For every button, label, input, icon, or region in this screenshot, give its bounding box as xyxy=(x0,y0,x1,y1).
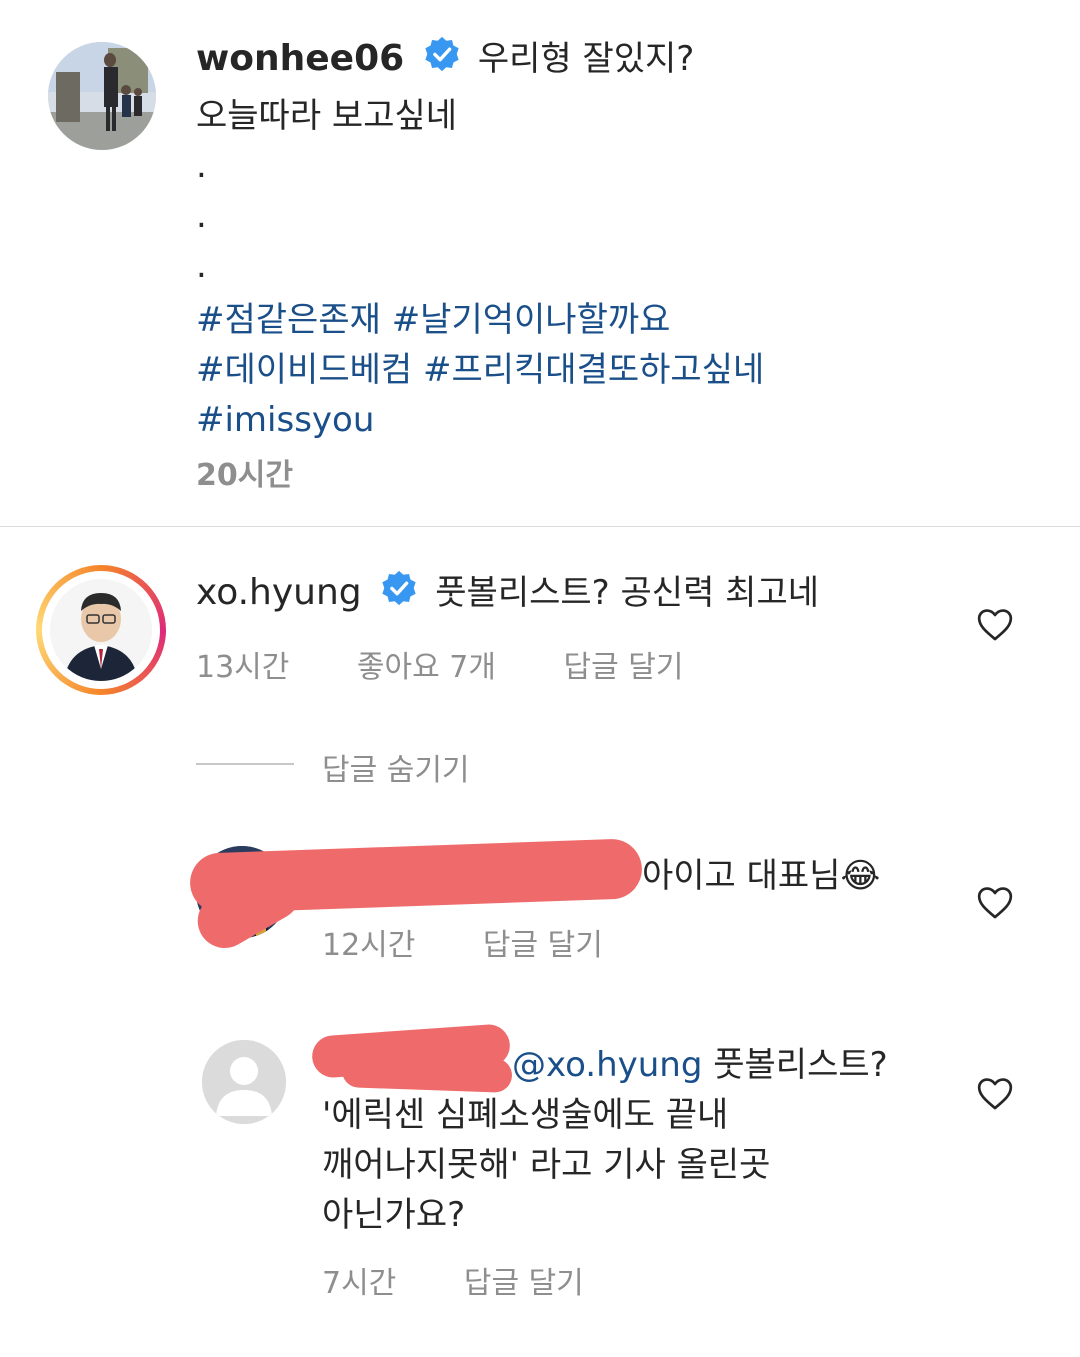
reply2-line1: @xo.hyung 풋볼리스트? xyxy=(322,1040,962,1090)
verified-badge-icon xyxy=(380,569,418,621)
section-divider xyxy=(0,526,1080,527)
heart-icon[interactable] xyxy=(976,606,1014,646)
verified-badge-icon xyxy=(423,35,461,87)
comment-avatar-photo xyxy=(50,579,152,681)
reply2-mention[interactable]: @xo.hyung xyxy=(512,1045,702,1085)
reply2-text-line4: 아닌가요? xyxy=(322,1195,466,1235)
post-timestamp: 20시간 xyxy=(196,458,293,493)
reply1-timestamp: 12시간 xyxy=(322,928,416,963)
caption-dot: . xyxy=(196,195,207,236)
reply2-body: @xo.hyung 풋볼리스트? '에릭센 심폐소생술에도 끝내 깨어나지못해'… xyxy=(322,1040,962,1240)
comment1-text: 풋볼리스트? 공신력 최고네 xyxy=(435,573,820,613)
hide-replies-button[interactable]: 답글 숨기기 xyxy=(322,745,470,789)
heart-icon[interactable] xyxy=(976,884,1014,924)
comment-author-avatar xyxy=(50,579,152,681)
post-caption-text: 우리형 잘있지? xyxy=(477,39,695,79)
post-avatar-photo xyxy=(48,42,156,150)
comment1-username[interactable]: xo.hyung xyxy=(196,572,362,613)
reply2-timestamp: 7시간 xyxy=(322,1266,397,1301)
reply2-avatar[interactable] xyxy=(202,1040,286,1124)
comment1-line: xo.hyung 풋볼리스트? 공신력 최고네 xyxy=(196,568,819,621)
caption-dot: . xyxy=(196,245,207,286)
reply2-meta: 7시간 답글 달기 xyxy=(322,1258,584,1302)
comment1-timestamp: 13시간 xyxy=(196,650,290,685)
post-caption: wonhee06 우리형 잘있지? 오늘따라 보고싶네 . . . #점같은존재… xyxy=(196,34,1036,445)
post-author-username[interactable]: wonhee06 xyxy=(196,38,404,79)
reply1-text: 아이고 대표님😂 xyxy=(642,856,881,896)
reply2-text-line2: '에릭센 심폐소생술에도 끝내 xyxy=(322,1095,729,1135)
default-avatar-icon xyxy=(202,1040,286,1124)
caption-dot: . xyxy=(196,145,207,186)
post-caption-line2: 오늘따라 보고싶네 xyxy=(196,95,458,136)
reply2-text-line1: 풋볼리스트? xyxy=(702,1045,888,1085)
hide-replies-line xyxy=(196,763,294,765)
heart-icon[interactable] xyxy=(976,1075,1014,1115)
reply2-reply-button[interactable]: 답글 달기 xyxy=(464,1266,584,1301)
post-caption-line1: wonhee06 우리형 잘있지? xyxy=(196,34,1036,87)
reply1-meta: 12시간 답글 달기 xyxy=(322,920,603,964)
reply2-text-line3: 깨어나지못해' 라고 기사 올린곳 xyxy=(322,1145,771,1185)
comment-avatar-ring[interactable] xyxy=(36,565,166,695)
comment1-likes[interactable]: 좋아요 7개 xyxy=(357,650,496,685)
post-author-avatar[interactable] xyxy=(48,42,156,150)
hashtag-line[interactable]: #데이비드베컴 #프리킥대결또하고싶네 xyxy=(196,345,1036,395)
hashtag-line[interactable]: #imissyou xyxy=(196,395,1036,445)
reply1-reply-button[interactable]: 답글 달기 xyxy=(483,928,603,963)
comment1-reply-button[interactable]: 답글 달기 xyxy=(564,650,684,685)
comment1-meta: 13시간 좋아요 7개 답글 달기 xyxy=(196,642,683,686)
hashtag-line[interactable]: #점같은존재 #날기억이나할까요 xyxy=(196,295,1036,345)
